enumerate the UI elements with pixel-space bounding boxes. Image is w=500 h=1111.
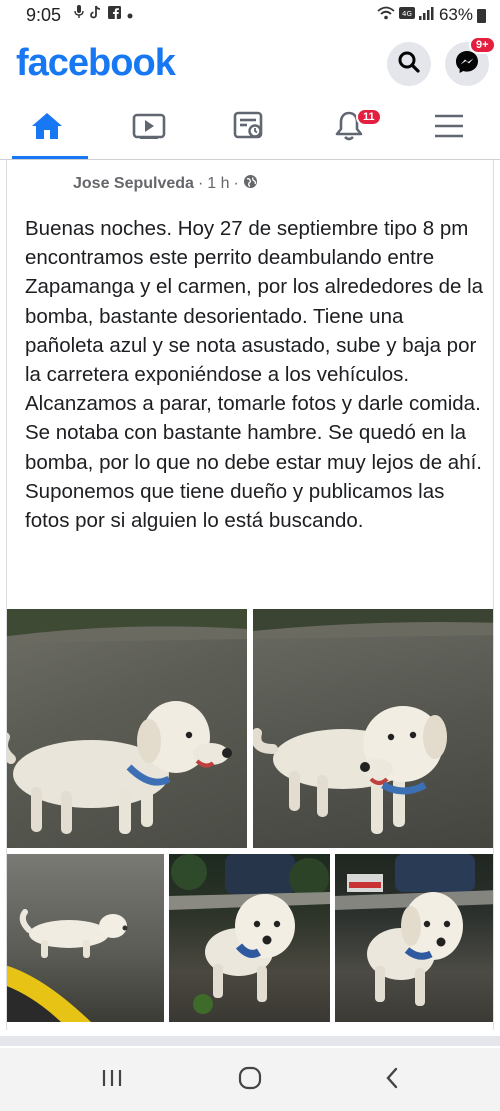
dog-photo-5[interactable] — [335, 854, 493, 1022]
system-nav-bar — [0, 1048, 500, 1111]
mic-icon — [74, 5, 84, 22]
menu-icon — [433, 112, 465, 145]
status-icons-right: 4G 63% — [377, 5, 486, 25]
post-card: Jose Sepulveda · 1 h · Buenas noches. Ho… — [6, 160, 494, 1030]
tab-marketplace[interactable] — [208, 98, 290, 158]
tab-home[interactable] — [6, 98, 88, 159]
messenger-button[interactable]: 9+ — [445, 36, 496, 86]
home-icon — [30, 111, 64, 146]
battery-percent: 63% — [438, 5, 473, 24]
byline-separator-2: · — [233, 175, 239, 192]
dog-photo-2[interactable] — [253, 609, 493, 848]
globe-icon — [243, 174, 258, 194]
byline-separator: · — [197, 175, 204, 192]
tab-bar: 11 — [0, 98, 500, 160]
dot-icon — [127, 6, 133, 22]
search-icon — [397, 50, 421, 79]
post-byline: Jose Sepulveda · 1 h · — [73, 174, 258, 194]
search-button[interactable] — [387, 42, 431, 86]
dog-photo-1[interactable] — [7, 609, 247, 848]
post-author[interactable]: Jose Sepulveda — [73, 175, 194, 193]
post-time[interactable]: 1 h — [207, 175, 229, 193]
tab-notifications[interactable]: 11 — [308, 98, 390, 158]
post-text: Buenas noches. Hoy 27 de septiembre tipo… — [25, 217, 484, 533]
facebook-logo[interactable]: facebook — [16, 42, 176, 85]
recent-apps-icon — [101, 1068, 123, 1093]
facebook-small-icon — [108, 5, 121, 22]
volte-icon: 4G — [398, 5, 415, 25]
notifications-badge: 11 — [356, 108, 382, 126]
signal-icon — [418, 5, 435, 25]
wifi-icon — [377, 5, 395, 25]
home-circle-icon — [238, 1066, 262, 1095]
tab-watch[interactable] — [108, 98, 190, 158]
app-header: facebook 9+ — [0, 32, 500, 98]
dog-photo-4[interactable] — [169, 854, 330, 1022]
home-nav-button[interactable] — [230, 1064, 270, 1096]
recent-apps-button[interactable] — [92, 1064, 132, 1096]
status-bar: 9:05 4G 63% — [0, 0, 500, 32]
dog-photo-3[interactable] — [7, 854, 164, 1022]
screen: 9:05 4G 63% facebook 9+ 11 Jose Sepulved… — [0, 0, 500, 1111]
status-time: 9:05 — [26, 5, 62, 25]
status-icons-left — [74, 5, 133, 22]
feed-divider — [0, 1036, 500, 1046]
battery-icon — [477, 9, 486, 23]
back-button[interactable] — [372, 1064, 412, 1096]
tiktok-icon — [90, 5, 102, 22]
tab-menu[interactable] — [408, 98, 490, 158]
back-icon — [384, 1067, 400, 1094]
marketplace-icon — [232, 111, 266, 146]
svg-text:4G: 4G — [402, 10, 412, 18]
messenger-badge: 9+ — [469, 36, 496, 54]
watch-icon — [132, 111, 166, 146]
